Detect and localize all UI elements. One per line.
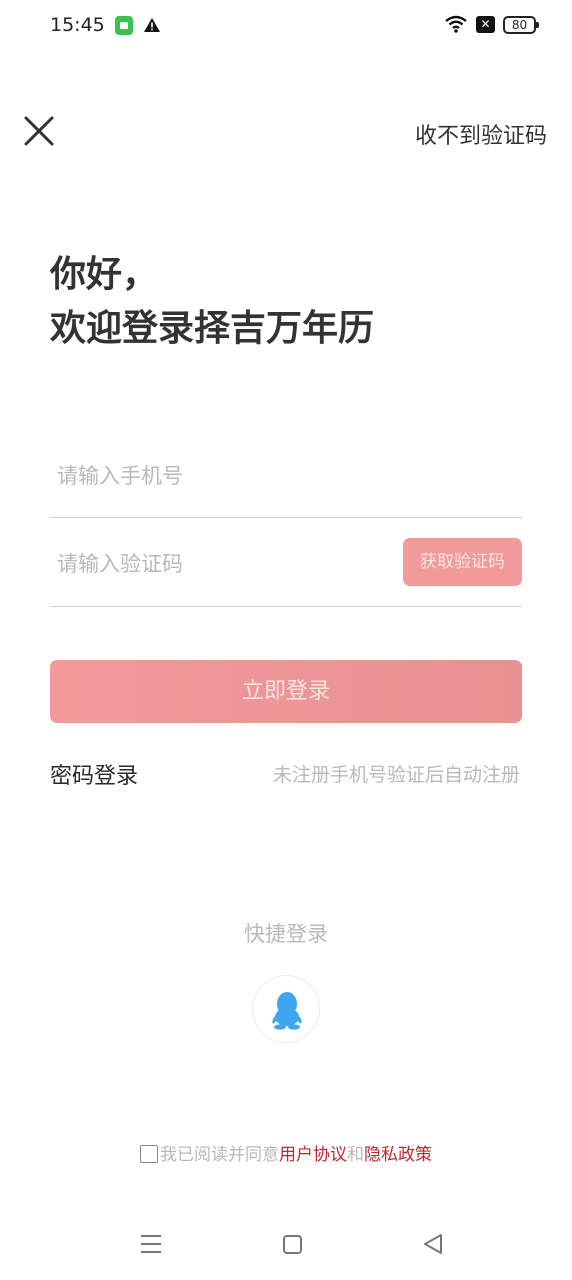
qq-icon	[272, 992, 302, 1030]
login-button[interactable]: 立即登录	[50, 660, 522, 723]
greeting-line1: 你好，	[50, 254, 159, 295]
privacy-policy-link[interactable]: 隐私政策	[364, 1145, 432, 1165]
home-icon[interactable]	[283, 1235, 302, 1254]
code-input[interactable]	[57, 536, 387, 592]
back-icon[interactable]	[422, 1233, 444, 1255]
notification-badge-icon: ✕	[476, 16, 495, 33]
no-code-link[interactable]: 收不到验证码	[415, 118, 547, 150]
warning-icon	[144, 18, 160, 32]
status-time: 15:45	[50, 14, 105, 36]
quick-login-title: 快捷登录	[244, 922, 328, 946]
qq-login-button[interactable]	[252, 975, 320, 1043]
user-agreement-link[interactable]: 用户协议	[279, 1145, 347, 1165]
menu-icon[interactable]	[140, 1233, 162, 1255]
greeting-line2: 欢迎登录择吉万年历	[50, 308, 375, 349]
wifi-icon	[445, 15, 467, 33]
phone-input[interactable]	[57, 448, 387, 504]
code-field: 获取验证码	[50, 532, 522, 607]
app-notification-icon	[115, 16, 133, 35]
status-bar: 15:45 ✕ 80	[0, 0, 572, 52]
auto-register-hint: 未注册手机号验证后自动注册	[272, 764, 520, 786]
agreement-prefix: 我已阅读并同意	[160, 1145, 279, 1165]
get-code-button[interactable]: 获取验证码	[403, 538, 522, 586]
battery-icon: 80	[503, 16, 539, 34]
agree-checkbox[interactable]	[140, 1145, 158, 1163]
password-login-link[interactable]: 密码登录	[50, 758, 138, 790]
phone-field	[50, 444, 522, 518]
close-icon[interactable]	[20, 112, 58, 150]
agreement: 我已阅读并同意用户协议和隐私政策	[0, 1140, 572, 1165]
greeting: 你好， 欢迎登录择吉万年历	[50, 248, 374, 356]
agreement-and: 和	[347, 1145, 364, 1165]
